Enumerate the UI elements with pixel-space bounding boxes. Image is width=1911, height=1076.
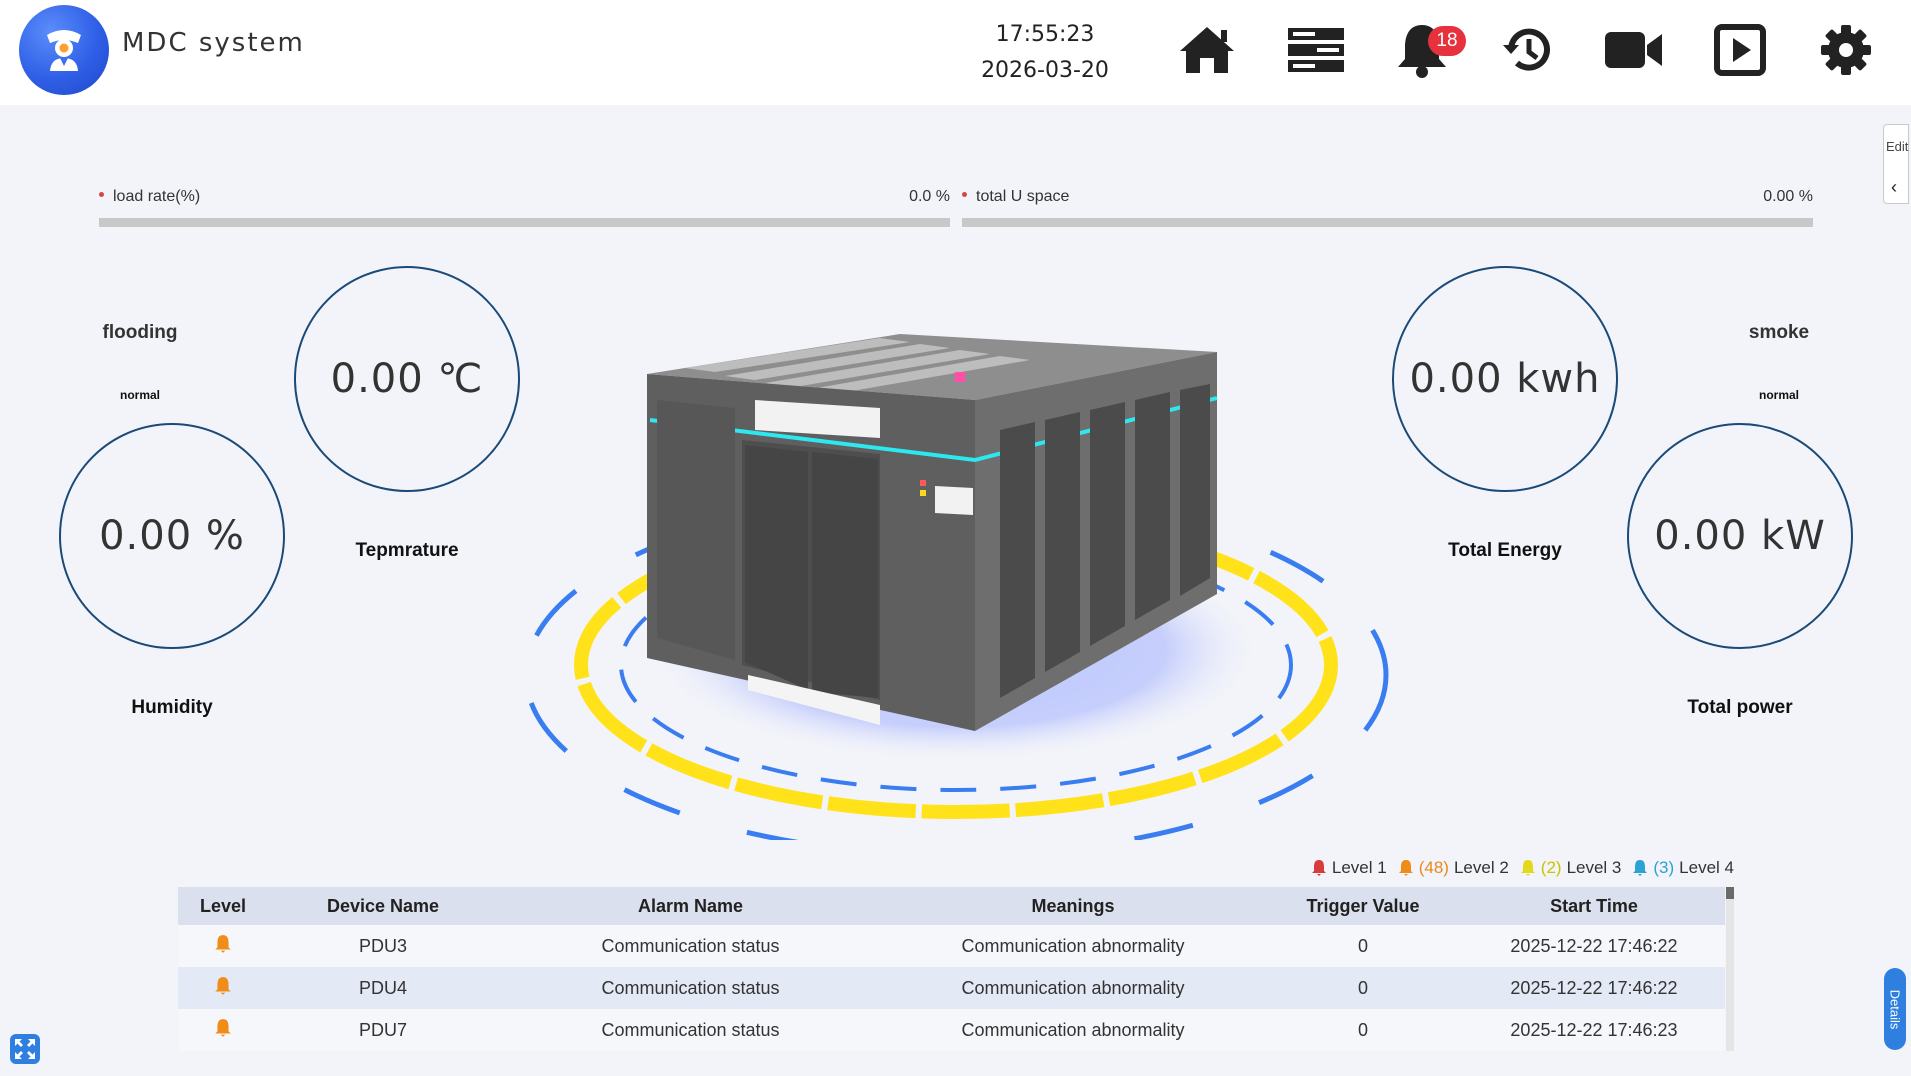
level4-label: Level 4 bbox=[1679, 858, 1734, 877]
level1-label: Level 1 bbox=[1331, 858, 1387, 877]
history-icon bbox=[1503, 28, 1550, 71]
load-rate-bar: load rate(%) 0.0 % bbox=[99, 188, 950, 227]
meaning-cell: Communication abnormality bbox=[883, 925, 1263, 967]
smoke-label: smoke bbox=[1748, 322, 1810, 343]
edit-tab[interactable]: Edit ‹ bbox=[1883, 124, 1909, 204]
level2-bell-icon bbox=[215, 934, 231, 953]
flooding-label: flooding bbox=[102, 322, 178, 343]
video-camera-icon bbox=[1605, 32, 1662, 68]
micro-datacenter-3d-view[interactable] bbox=[480, 320, 1440, 840]
table-row[interactable]: PDU4 Communication status Communication … bbox=[178, 967, 1725, 1009]
alarm-table: Level Device Name Alarm Name Meanings Tr… bbox=[178, 887, 1725, 1051]
level3-bell-icon bbox=[1520, 860, 1535, 876]
meaning-cell: Communication abnormality bbox=[883, 1009, 1263, 1051]
smoke-status: normal bbox=[1758, 388, 1799, 402]
alarm-count-badge: 18 bbox=[1428, 26, 1466, 56]
row-level-cell bbox=[178, 925, 268, 967]
playback-icon bbox=[1714, 24, 1766, 76]
level2-bell-icon bbox=[215, 1018, 231, 1037]
device-name-cell: PDU3 bbox=[268, 925, 498, 967]
chevron-left-icon: ‹ bbox=[1891, 177, 1897, 197]
expand-icon bbox=[15, 1039, 35, 1059]
details-label: Details bbox=[1887, 989, 1903, 1029]
clock-time: 17:55:23 bbox=[995, 22, 1095, 47]
level4-count: (3) bbox=[1653, 858, 1675, 877]
level2-bell-icon bbox=[1398, 860, 1413, 876]
alarm-name-cell: Communication status bbox=[498, 925, 883, 967]
load-rate-label: load rate(%) bbox=[99, 188, 200, 210]
start-time-cell: 2025-12-22 17:46:22 bbox=[1463, 967, 1725, 1009]
home-button[interactable] bbox=[1175, 20, 1239, 80]
level2-label: Level 2 bbox=[1453, 858, 1509, 877]
trigger-value-cell: 0 bbox=[1263, 967, 1463, 1009]
level4-bell-icon bbox=[1633, 860, 1648, 876]
device-name-cell: PDU4 bbox=[268, 967, 498, 1009]
col-level[interactable]: Level bbox=[178, 887, 268, 925]
edit-label: Edit bbox=[1886, 139, 1909, 154]
col-device-name[interactable]: Device Name bbox=[268, 887, 498, 925]
details-tab[interactable]: Details bbox=[1884, 968, 1906, 1050]
level3-count: (2) bbox=[1540, 858, 1562, 877]
device-name-cell: PDU7 bbox=[268, 1009, 498, 1051]
humidity-gauge: 0.00 % bbox=[59, 423, 285, 649]
table-scrollbar-thumb[interactable] bbox=[1726, 887, 1734, 899]
alarm-name-cell: Communication status bbox=[498, 1009, 883, 1051]
trigger-value-cell: 0 bbox=[1263, 1009, 1463, 1051]
start-time-cell: 2025-12-22 17:46:23 bbox=[1463, 1009, 1725, 1051]
load-rate-track bbox=[99, 218, 950, 227]
row-level-cell bbox=[178, 1009, 268, 1051]
level2-bell-icon bbox=[215, 976, 231, 995]
u-space-bar: total U space 0.00 % bbox=[962, 188, 1813, 227]
power-gauge: 0.00 kW bbox=[1627, 423, 1853, 649]
camera-person-icon bbox=[47, 30, 81, 71]
table-scrollbar[interactable] bbox=[1726, 887, 1734, 1051]
humidity-value: 0.00 % bbox=[99, 513, 245, 559]
app-logo bbox=[19, 5, 109, 95]
alarm-button[interactable]: 18 bbox=[1390, 20, 1466, 80]
col-start-time[interactable]: Start Time bbox=[1463, 887, 1725, 925]
top-header: MDC system 17:55:23 2026-03-20 18 bbox=[0, 0, 1911, 105]
col-alarm-name[interactable]: Alarm Name bbox=[498, 887, 883, 925]
col-trigger-value[interactable]: Trigger Value bbox=[1263, 887, 1463, 925]
alarm-level-legend: Level 1 (48) Level 2 (2) Level 3 (3) Lev… bbox=[1311, 858, 1734, 878]
row-level-cell bbox=[178, 967, 268, 1009]
flooding-status: normal bbox=[119, 388, 160, 402]
table-row[interactable]: PDU7 Communication status Communication … bbox=[178, 1009, 1725, 1051]
table-row[interactable]: PDU3 Communication status Communication … bbox=[178, 925, 1725, 967]
level3-label: Level 3 bbox=[1566, 858, 1622, 877]
level1-bell-icon bbox=[1311, 860, 1326, 876]
meaning-cell: Communication abnormality bbox=[883, 967, 1263, 1009]
temperature-value: 0.00 ℃ bbox=[330, 356, 484, 402]
u-space-value: 0.00 % bbox=[1763, 188, 1813, 205]
app-title: MDC system bbox=[122, 28, 305, 58]
u-space-track bbox=[962, 218, 1813, 227]
level2-count: (48) bbox=[1418, 858, 1449, 877]
load-rate-value: 0.0 % bbox=[909, 188, 950, 205]
trigger-value-cell: 0 bbox=[1263, 925, 1463, 967]
home-icon bbox=[1180, 27, 1234, 73]
power-label: Total power bbox=[1687, 697, 1793, 718]
server-list-icon bbox=[1288, 28, 1344, 72]
gear-icon bbox=[1821, 25, 1871, 75]
u-space-label: total U space bbox=[962, 188, 1069, 210]
col-meanings[interactable]: Meanings bbox=[883, 887, 1263, 925]
playback-button[interactable] bbox=[1708, 20, 1772, 80]
clock-date: 2026-03-20 bbox=[981, 58, 1109, 83]
power-value: 0.00 kW bbox=[1654, 513, 1826, 559]
fullscreen-button[interactable] bbox=[10, 1034, 40, 1064]
alarm-name-cell: Communication status bbox=[498, 967, 883, 1009]
humidity-label: Humidity bbox=[131, 697, 213, 718]
alarm-table-header: Level Device Name Alarm Name Meanings Tr… bbox=[178, 887, 1725, 925]
history-button[interactable] bbox=[1496, 20, 1560, 80]
settings-button[interactable] bbox=[1814, 20, 1878, 80]
start-time-cell: 2025-12-22 17:46:22 bbox=[1463, 925, 1725, 967]
video-button[interactable] bbox=[1602, 20, 1666, 80]
server-list-button[interactable] bbox=[1284, 20, 1348, 80]
